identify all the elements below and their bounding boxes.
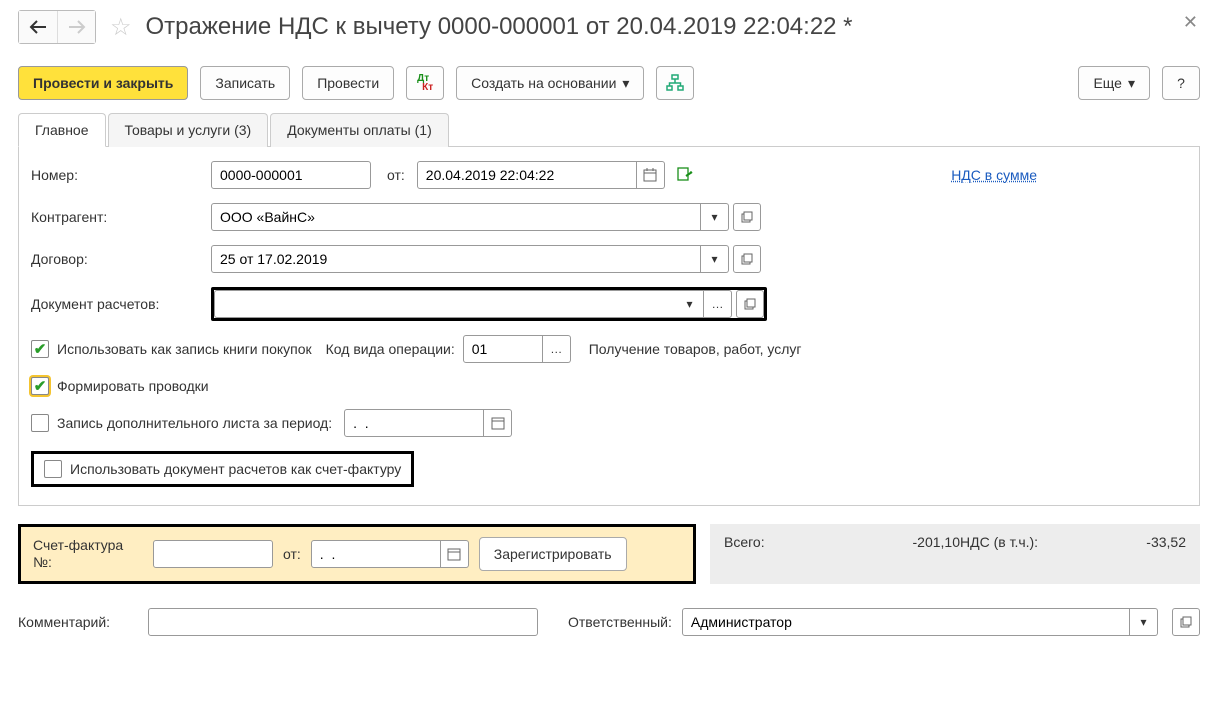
date-input[interactable] [417, 161, 637, 189]
number-label: Номер: [31, 167, 211, 183]
more-button[interactable]: Еще ▾ [1078, 66, 1150, 100]
from-label: от: [387, 167, 405, 183]
post-and-close-button[interactable]: Провести и закрыть [18, 66, 188, 100]
settlement-doc-label: Документ расчетов: [31, 296, 211, 312]
op-code-input[interactable] [463, 335, 543, 363]
create-on-basis-label: Создать на основании [471, 75, 616, 91]
favorite-star-icon[interactable]: ☆ [110, 13, 132, 42]
dropdown-icon[interactable]: ▾ [701, 245, 729, 273]
additional-sheet-date-input[interactable] [344, 409, 484, 437]
contract-input[interactable] [211, 245, 701, 273]
calendar-icon[interactable] [441, 540, 469, 568]
number-input[interactable] [211, 161, 371, 189]
structure-button[interactable] [656, 66, 694, 100]
total-label: Всего: [724, 534, 824, 550]
open-icon[interactable] [1172, 608, 1200, 636]
vat-value: -33,52 [1050, 534, 1186, 550]
post-button[interactable]: Провести [302, 66, 394, 100]
use-purchase-book-label: Использовать как запись книги покупок [57, 341, 312, 357]
op-code-label: Код вида операции: [326, 341, 455, 357]
calendar-icon[interactable] [484, 409, 512, 437]
write-button[interactable]: Записать [200, 66, 290, 100]
use-doc-as-invoice-checkbox[interactable] [44, 460, 62, 478]
select-icon[interactable]: … [543, 335, 571, 363]
dropdown-icon[interactable]: ▾ [701, 203, 729, 231]
document-title: Отражение НДС к вычету 0000-000001 от 20… [146, 13, 853, 41]
responsible-label: Ответственный: [568, 614, 672, 630]
select-icon[interactable]: … [704, 290, 732, 318]
invoice-panel: Счет-фактура №: от: Зарегистрировать [18, 524, 696, 584]
settlement-doc-highlight: ▾ … [211, 287, 767, 321]
use-doc-as-invoice-highlight: Использовать документ расчетов как счет-… [31, 451, 414, 487]
op-code-description: Получение товаров, работ, услуг [589, 341, 802, 357]
additional-sheet-checkbox[interactable] [31, 414, 49, 432]
create-on-basis-button[interactable]: Создать на основании ▾ [456, 66, 644, 100]
tab-payments[interactable]: Документы оплаты (1) [270, 113, 449, 147]
back-button[interactable] [19, 11, 57, 43]
tab-main[interactable]: Главное [18, 113, 106, 147]
form-entries-checkbox[interactable] [31, 377, 49, 395]
open-icon[interactable] [736, 290, 764, 318]
vat-label: НДС (в т.ч.): [960, 534, 1050, 550]
responsible-input[interactable] [682, 608, 1130, 636]
open-icon[interactable] [733, 203, 761, 231]
counterparty-label: Контрагент: [31, 209, 211, 225]
form-entries-label: Формировать проводки [57, 378, 209, 394]
invoice-from-label: от: [283, 546, 301, 562]
tab-goods[interactable]: Товары и услуги (3) [108, 113, 269, 147]
dtkt-icon: ДтКт [417, 74, 433, 92]
vat-in-sum-link[interactable]: НДС в сумме [951, 167, 1037, 183]
additional-sheet-label: Запись дополнительного листа за период: [57, 415, 332, 431]
posted-flag-icon [677, 166, 693, 185]
open-icon[interactable] [733, 245, 761, 273]
forward-button[interactable] [57, 11, 95, 43]
close-button[interactable]: ✕ [1183, 12, 1198, 33]
use-doc-as-invoice-label: Использовать документ расчетов как счет-… [70, 461, 401, 477]
settlement-doc-input[interactable] [214, 290, 676, 318]
counterparty-input[interactable] [211, 203, 701, 231]
register-invoice-button[interactable]: Зарегистрировать [479, 537, 627, 571]
dropdown-icon[interactable]: ▾ [1130, 608, 1158, 636]
invoice-date-input[interactable] [311, 540, 441, 568]
total-value: -201,10 [824, 534, 960, 550]
totals-panel: Всего: -201,10 НДС (в т.ч.): -33,52 [710, 524, 1200, 584]
help-button[interactable]: ? [1162, 66, 1200, 100]
contract-label: Договор: [31, 251, 211, 267]
comment-label: Комментарий: [18, 614, 138, 630]
more-label: Еще [1093, 75, 1122, 91]
chevron-down-icon: ▾ [1128, 75, 1135, 92]
dropdown-icon[interactable]: ▾ [676, 290, 704, 318]
dtkt-button[interactable]: ДтКт [406, 66, 444, 100]
chevron-down-icon: ▾ [622, 75, 629, 92]
use-purchase-book-checkbox[interactable] [31, 340, 49, 358]
calendar-icon[interactable] [637, 161, 665, 189]
nav-buttons [18, 10, 96, 44]
invoice-number-input[interactable] [153, 540, 273, 568]
comment-input[interactable] [148, 608, 538, 636]
invoice-label: Счет-фактура №: [33, 537, 143, 571]
